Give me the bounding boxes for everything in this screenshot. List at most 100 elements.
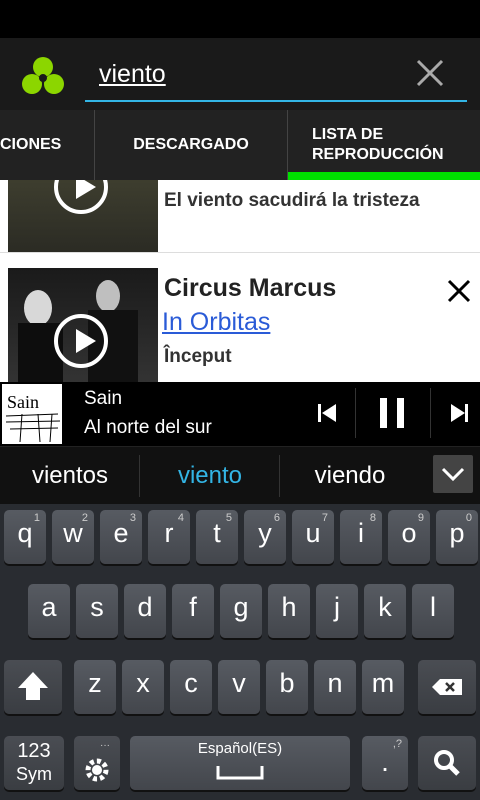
key-j[interactable]: j xyxy=(316,584,358,638)
key-label: v xyxy=(232,668,246,698)
active-tab-indicator xyxy=(288,172,480,180)
key-o[interactable]: o9 xyxy=(388,510,430,564)
key-i[interactable]: i8 xyxy=(340,510,382,564)
key-g[interactable]: g xyxy=(220,584,262,638)
suggestion-item[interactable]: viendo xyxy=(280,447,420,505)
key-label: m xyxy=(371,668,395,698)
album-art xyxy=(8,268,158,382)
key-v[interactable]: v xyxy=(218,660,260,714)
key-p[interactable]: p0 xyxy=(436,510,478,564)
tab-playlist-label-line1: LISTA DE xyxy=(312,126,384,143)
key-l[interactable]: l xyxy=(412,584,454,638)
key-k[interactable]: k xyxy=(364,584,406,638)
key-sublabel: 2 xyxy=(81,512,88,524)
key-sublabel: 0 xyxy=(465,512,472,524)
mini-player[interactable]: Sain Sain Al norte del sur xyxy=(0,382,480,444)
key-sublabel: 7 xyxy=(321,512,328,524)
key-label: f xyxy=(189,592,197,622)
suggestion-item-selected[interactable]: viento xyxy=(140,447,280,505)
play-icon[interactable] xyxy=(54,180,108,214)
tab-bar: CIONES DESCARGADO LISTA DE REPRODUCCIÓN xyxy=(0,110,480,180)
svg-text:···: ··· xyxy=(100,740,110,751)
key-b[interactable]: b xyxy=(266,660,308,714)
key-n[interactable]: n xyxy=(314,660,356,714)
suggestion-strip: vientos viento viendo xyxy=(0,446,480,505)
key-r[interactable]: r4 xyxy=(148,510,190,564)
expand-suggestions-icon[interactable] xyxy=(433,455,473,493)
key-e[interactable]: e3 xyxy=(100,510,142,564)
results-list: El viento sacudirá la tristeza Circus Ma… xyxy=(0,180,480,382)
key-label: c xyxy=(184,668,198,698)
next-track-icon[interactable] xyxy=(431,382,480,444)
period-label: . xyxy=(381,746,389,777)
space-language-label: Español(ES) xyxy=(197,740,283,757)
key-label: a xyxy=(41,592,57,622)
key-sublabel: 4 xyxy=(177,512,184,524)
key-label: g xyxy=(233,592,249,622)
key-label: b xyxy=(279,668,295,698)
on-screen-keyboard: q 1 w 2 e 3 r 4 t 5 y 6 u 7 i 8 o 9 p 0 a s d f g h j k l z x c v b n m 123 S… xyxy=(0,504,480,800)
suggestion-item[interactable]: vientos xyxy=(0,447,140,505)
list-item[interactable]: El viento sacudirá la tristeza xyxy=(0,180,480,253)
period-sublabel: ,? xyxy=(392,738,402,750)
space-key[interactable]: Español(ES) xyxy=(130,736,350,790)
search-bar: viento xyxy=(0,38,480,110)
key-label: j xyxy=(334,592,340,622)
key-sublabel: 9 xyxy=(417,512,424,524)
clear-search-icon[interactable] xyxy=(415,58,445,88)
key-d[interactable]: d xyxy=(124,584,166,638)
key-u[interactable]: u7 xyxy=(292,510,334,564)
key-label: s xyxy=(90,592,104,622)
tab-downloaded[interactable]: DESCARGADO xyxy=(95,110,288,180)
key-z[interactable]: z xyxy=(74,660,116,714)
key-label: d xyxy=(137,592,153,622)
key-label: k xyxy=(378,592,392,622)
period-key[interactable]: .,? xyxy=(362,736,408,790)
key-c[interactable]: c xyxy=(170,660,212,714)
key-q[interactable]: q1 xyxy=(4,510,46,564)
play-icon[interactable] xyxy=(54,314,108,368)
symbols-key[interactable]: 123 Sym xyxy=(4,736,64,790)
gear-icon: ··· xyxy=(85,740,110,782)
settings-key[interactable]: ··· xyxy=(74,736,120,790)
key-w[interactable]: w2 xyxy=(52,510,94,564)
pause-icon[interactable] xyxy=(356,382,430,444)
key-label: h xyxy=(281,592,297,622)
key-sublabel: 3 xyxy=(129,512,136,524)
key-sublabel: 6 xyxy=(273,512,280,524)
key-x[interactable]: x xyxy=(122,660,164,714)
key-m[interactable]: m xyxy=(362,660,404,714)
key-s[interactable]: s xyxy=(76,584,118,638)
item-artist: Început xyxy=(164,346,232,367)
search-key[interactable] xyxy=(418,736,476,790)
key-h[interactable]: h xyxy=(268,584,310,638)
player-thumb-text: Sain xyxy=(7,392,40,412)
key-label: z xyxy=(88,668,102,698)
item-album-link[interactable]: In Orbitas xyxy=(162,308,270,337)
tab-playlist[interactable]: LISTA DE REPRODUCCIÓN xyxy=(288,110,480,180)
item-subtitle: El viento sacudirá la tristeza xyxy=(164,190,420,211)
space-icon xyxy=(216,766,264,780)
search-input[interactable]: viento xyxy=(99,60,166,89)
key-f[interactable]: f xyxy=(172,584,214,638)
backspace-key[interactable] xyxy=(418,660,476,714)
key-a[interactable]: a xyxy=(28,584,70,638)
player-subtitle: Al norte del sur xyxy=(84,417,212,438)
status-bar xyxy=(0,0,480,38)
app-logo-icon[interactable] xyxy=(22,56,64,96)
key-y[interactable]: y6 xyxy=(244,510,286,564)
previous-track-icon[interactable] xyxy=(300,382,355,444)
symbols-label-1: 123 xyxy=(17,740,51,762)
key-sublabel: 8 xyxy=(369,512,376,524)
remove-item-icon[interactable] xyxy=(446,278,472,304)
item-title: Circus Marcus xyxy=(164,274,337,302)
tab-partial[interactable]: CIONES xyxy=(0,110,95,180)
symbols-label-2: Sym xyxy=(16,764,52,784)
tab-playlist-label-line2: REPRODUCCIÓN xyxy=(312,146,444,163)
list-item[interactable]: Circus Marcus In Orbitas Început xyxy=(0,268,480,382)
search-underline xyxy=(85,100,467,102)
key-sublabel: 5 xyxy=(225,512,232,524)
key-label: l xyxy=(430,592,436,622)
shift-key[interactable] xyxy=(4,660,62,714)
key-t[interactable]: t5 xyxy=(196,510,238,564)
